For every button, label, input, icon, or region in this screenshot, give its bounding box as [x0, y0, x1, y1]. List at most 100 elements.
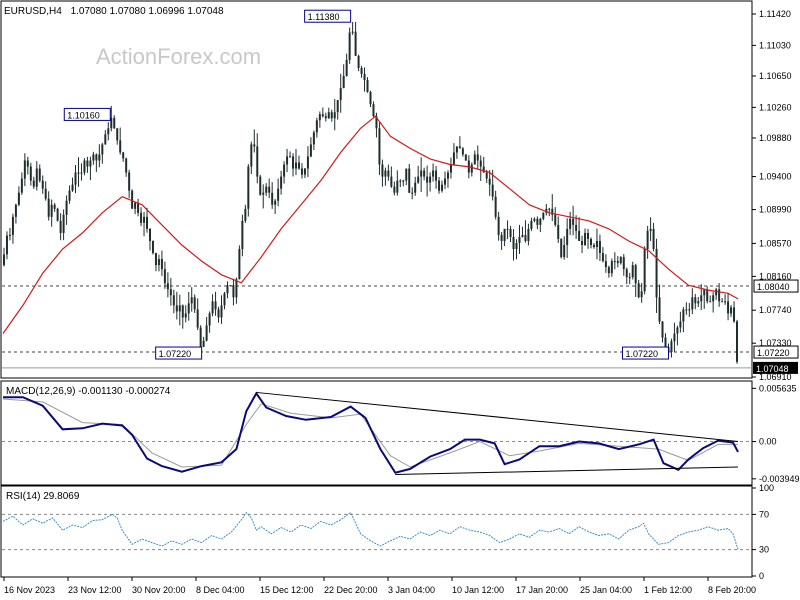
candle-body: [274, 200, 277, 205]
candle-body: [157, 259, 160, 266]
macd-trendline: [395, 466, 739, 476]
candle-body: [211, 301, 214, 314]
candle-body: [193, 297, 196, 310]
candle-body: [655, 249, 658, 298]
candle-body: [154, 253, 157, 266]
candle-body: [125, 158, 128, 173]
candle-body: [205, 325, 208, 341]
time-axis: 16 Nov 2023 23 Nov 12:00 30 Nov 20:00 8 Dec…: [3, 577, 756, 595]
candle-body: [733, 307, 736, 322]
candle-body: [163, 269, 166, 284]
candle-body: [736, 321, 739, 362]
macd-signal-line: [2, 398, 738, 468]
candle-body: [71, 184, 74, 191]
candle-body: [283, 164, 286, 177]
candle-body: [68, 190, 71, 201]
candle-body: [679, 321, 682, 328]
candle-body: [595, 240, 598, 248]
candle-body: [423, 170, 426, 177]
candle-body: [95, 154, 98, 161]
candle-body: [297, 162, 300, 169]
candle-body: [700, 295, 703, 302]
candle-body: [476, 154, 479, 161]
candle-body: [658, 297, 661, 322]
candle-body: [17, 192, 20, 205]
candle-body: [89, 160, 92, 167]
candle-body: [524, 234, 527, 241]
candle-body: [676, 327, 679, 334]
price-tick-label: 1.07740: [759, 305, 792, 315]
candle-body: [473, 154, 476, 165]
candle-body: [435, 170, 438, 181]
candle-body: [405, 168, 408, 181]
candle-body: [685, 309, 688, 311]
candle-body: [438, 180, 441, 191]
price-tick-label: 1.11030: [759, 40, 791, 50]
price-tick-label: 1.10650: [759, 71, 792, 81]
candle-body: [232, 285, 235, 298]
candle-body: [366, 80, 369, 93]
candle-body: [300, 168, 303, 175]
time-tick-label: 17 Jan 20:00: [516, 585, 568, 595]
candle-body: [396, 180, 399, 193]
rsi-line: [2, 511, 739, 550]
candle-body: [107, 128, 110, 135]
candle-body: [569, 218, 572, 229]
candle-body: [441, 184, 444, 191]
candle-body: [229, 285, 232, 287]
price-annotation-label: 1.11380: [308, 12, 340, 22]
candle-body: [673, 333, 676, 342]
time-tick-label: 1 Feb 12:00: [644, 585, 692, 595]
candle-body: [226, 285, 229, 294]
candle-body: [190, 297, 193, 304]
candle-body: [286, 156, 289, 165]
candle-body: [572, 218, 575, 225]
price-tick-label: 1.08570: [759, 238, 792, 248]
candle-body: [402, 180, 405, 182]
candle-body: [149, 228, 151, 241]
candle-body: [446, 172, 449, 179]
candle-body: [26, 160, 29, 167]
candle-body: [411, 192, 414, 194]
candle-body: [146, 216, 149, 229]
candle-body: [44, 188, 47, 199]
candle-body: [640, 291, 643, 298]
candle-body: [116, 128, 119, 141]
candle-body: [20, 178, 23, 193]
rsi-header: RSI(14) 29.8069: [6, 491, 80, 502]
candle-body: [160, 259, 163, 270]
candle-body: [77, 172, 80, 174]
candle-body: [384, 170, 387, 177]
price-tick-label: 1.10260: [759, 102, 792, 112]
price-tick-label: 1.06910: [759, 372, 792, 382]
candle-body: [664, 337, 667, 348]
candle-body: [688, 309, 691, 311]
candle-body: [137, 202, 140, 213]
price-annotation-label: 1.10160: [67, 110, 100, 120]
candle-body: [101, 144, 104, 155]
candle-body: [178, 305, 181, 312]
candle-body: [590, 238, 592, 245]
time-tick-label: 25 Jan 04:00: [580, 585, 632, 595]
candle-body: [721, 301, 724, 303]
candle-body: [295, 162, 298, 169]
candle-body: [390, 176, 393, 187]
candle-body: [184, 313, 187, 318]
candle-body: [494, 196, 497, 217]
candle-body: [694, 297, 697, 304]
candle-body: [122, 152, 125, 159]
candle-body: [625, 269, 628, 278]
candle-body: [539, 218, 542, 225]
candle-body: [50, 204, 53, 217]
candle-body: [449, 164, 452, 173]
time-tick-label: 8 Feb 20:00: [708, 585, 756, 595]
candle-body: [357, 55, 360, 68]
price-tick-label: 1.07330: [759, 338, 792, 348]
candle-body: [187, 303, 190, 314]
candle-body: [417, 176, 420, 183]
candle-body: [104, 134, 107, 145]
candle-body: [724, 301, 727, 303]
candle-body: [613, 261, 616, 263]
time-tick-label: 8 Dec 04:00: [196, 585, 245, 595]
candle-body: [515, 242, 518, 250]
